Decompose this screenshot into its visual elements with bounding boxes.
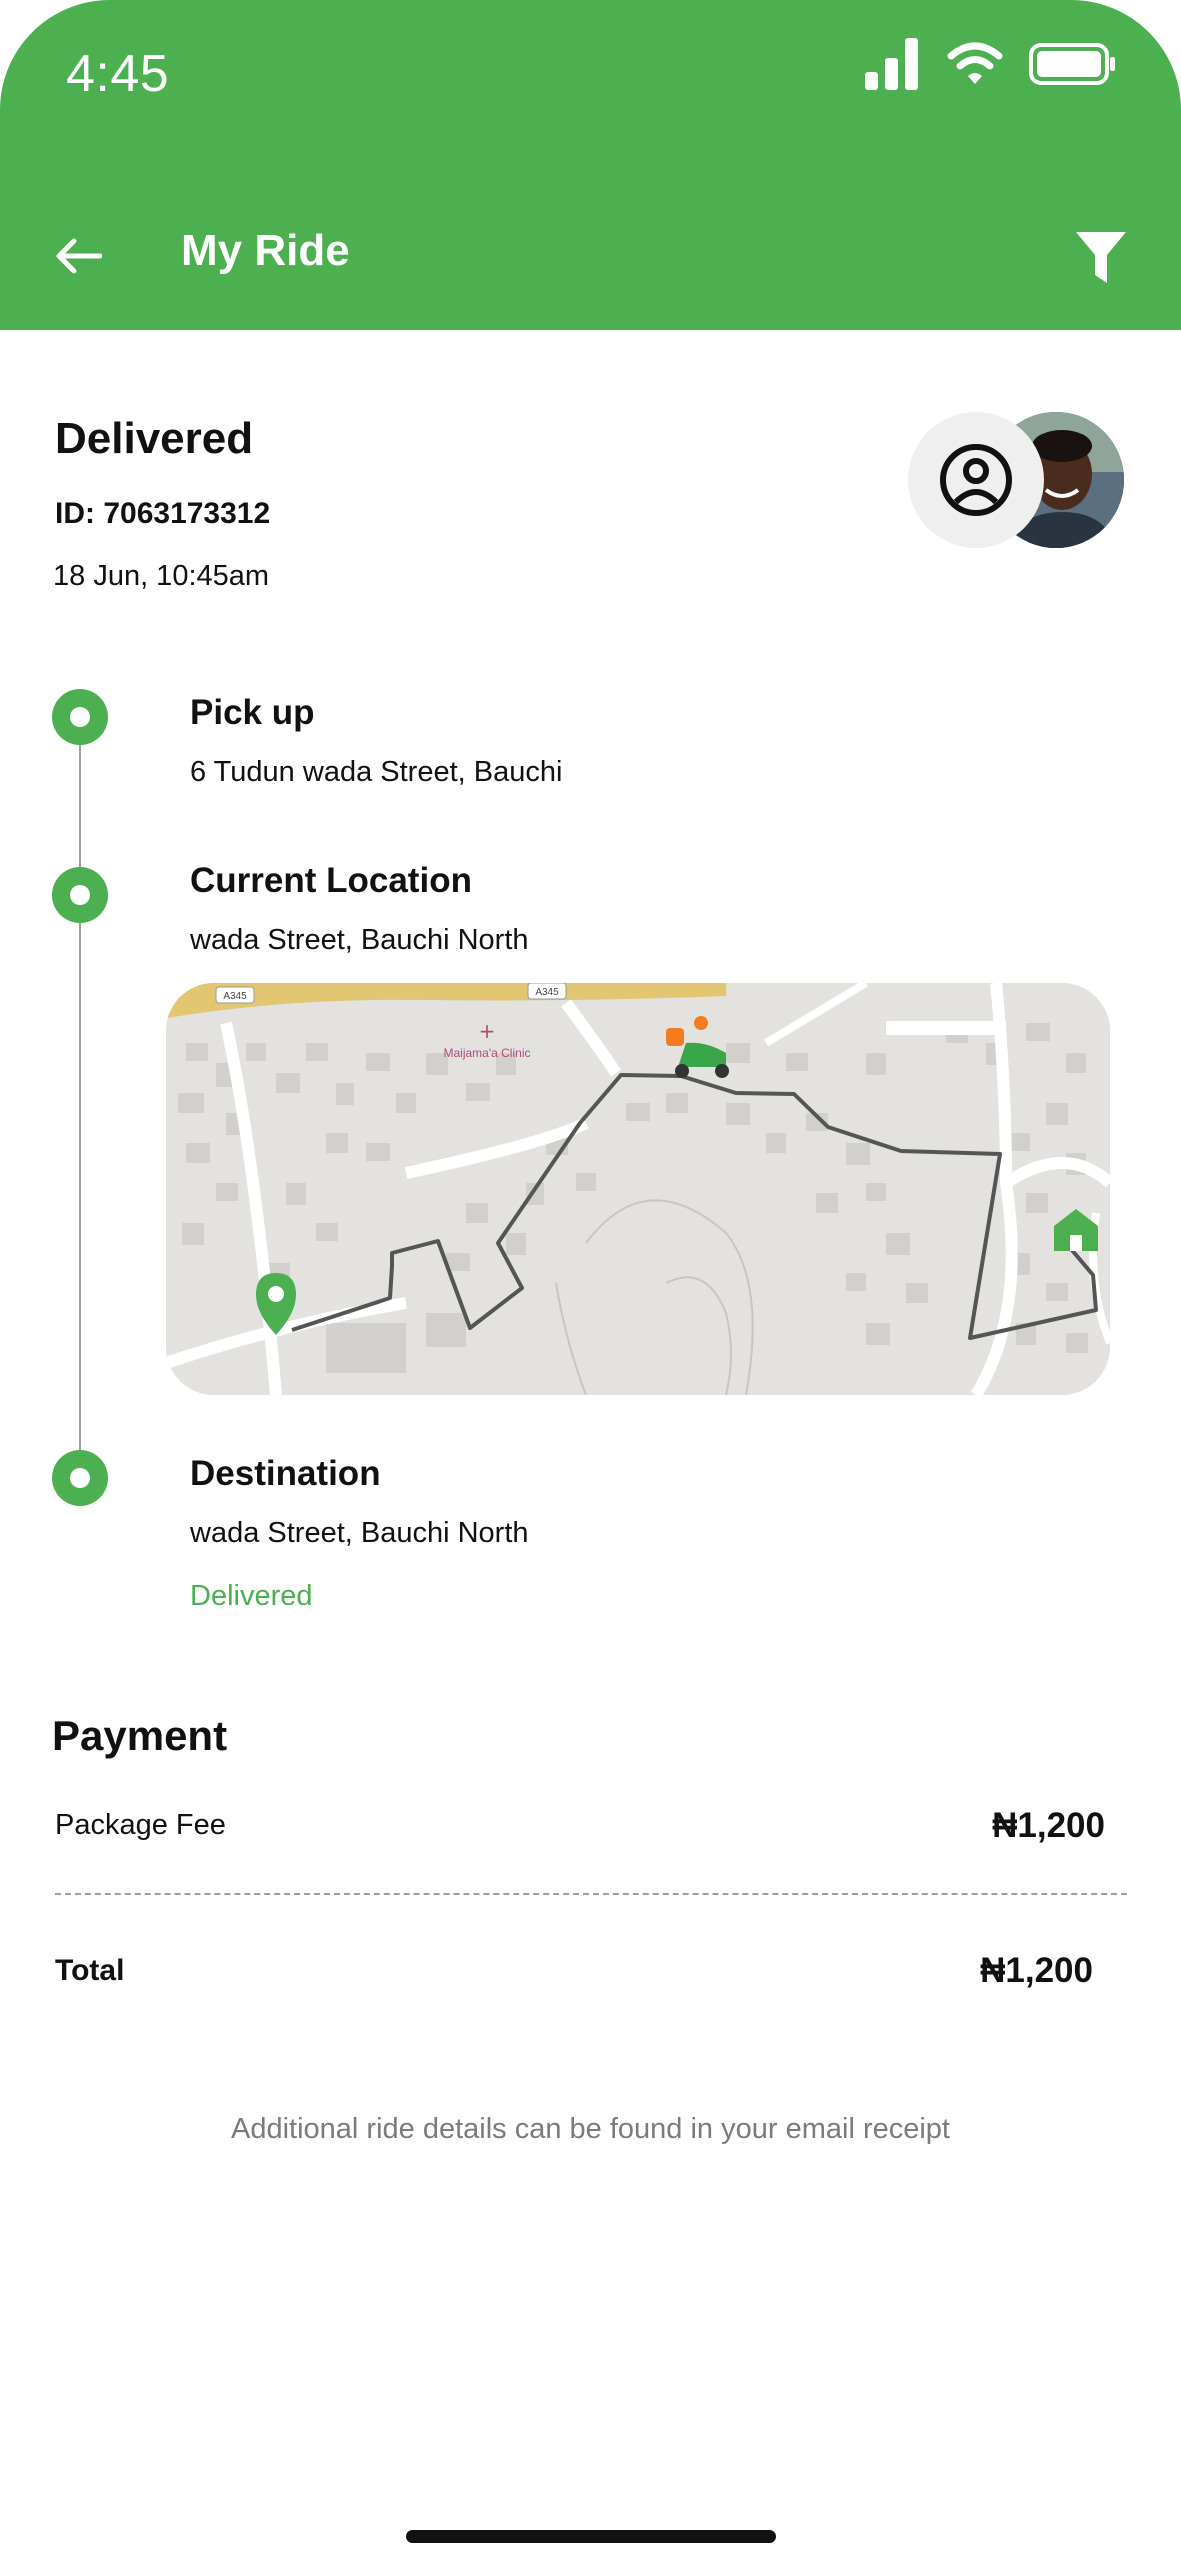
participants-avatars[interactable] <box>908 410 1126 550</box>
total-label: Total <box>55 1954 125 1987</box>
pickup-title: Pick up <box>190 693 315 732</box>
route-map[interactable]: A345 A345 + Maijama'a Clinic <box>166 983 1110 1395</box>
package-fee-label: Package Fee <box>55 1809 226 1841</box>
clinic-icon: + <box>479 1019 496 1043</box>
phone-screen: 4:45 My Ride Delivered ID: 7063173312 18… <box>0 0 1181 2560</box>
timeline-line <box>79 716 81 1478</box>
road-label-1: A345 <box>223 991 247 1002</box>
timeline-dot-pickup <box>52 689 108 745</box>
destination-status: Delivered <box>190 1580 313 1612</box>
timeline-dot-current <box>52 867 108 923</box>
payment-divider <box>55 1893 1127 1895</box>
arrow-left-icon <box>56 238 102 274</box>
wifi-icon <box>947 42 1003 84</box>
pickup-address: 6 Tudun wada Street, Bauchi <box>190 756 563 788</box>
destination-address: wada Street, Bauchi North <box>190 1517 529 1549</box>
ride-date: 18 Jun, 10:45am <box>53 560 270 592</box>
current-location-address: wada Street, Bauchi North <box>190 924 529 956</box>
package-fee-value: ₦1,200 <box>992 1806 1105 1845</box>
user-avatar-placeholder[interactable] <box>908 412 1044 548</box>
destination-title: Destination <box>190 1454 381 1493</box>
payment-title: Payment <box>52 1712 228 1759</box>
clinic-label: Maijama'a Clinic <box>444 1046 531 1060</box>
signal-icon <box>865 38 918 90</box>
ride-status: Delivered <box>55 414 254 463</box>
page-title: My Ride <box>181 226 350 275</box>
ride-id: ID: 7063173312 <box>55 497 271 530</box>
status-time: 4:45 <box>66 45 170 103</box>
filter-icon <box>1076 232 1126 283</box>
receipt-note: Additional ride details can be found in … <box>231 2113 950 2145</box>
battery-icon <box>1029 43 1115 85</box>
home-indicator[interactable] <box>406 2530 776 2543</box>
road-label-2: A345 <box>535 987 559 998</box>
timeline-dot-destination <box>52 1450 108 1506</box>
total-value: ₦1,200 <box>980 1951 1093 1990</box>
user-circle-icon <box>940 444 1012 516</box>
current-location-title: Current Location <box>190 861 472 900</box>
map-canvas: A345 A345 + Maijama'a Clinic <box>166 983 1110 1395</box>
app-header: 4:45 My Ride <box>0 0 1181 330</box>
status-icons <box>865 38 1117 90</box>
filter-button[interactable] <box>1073 228 1129 288</box>
back-button[interactable] <box>50 228 106 284</box>
